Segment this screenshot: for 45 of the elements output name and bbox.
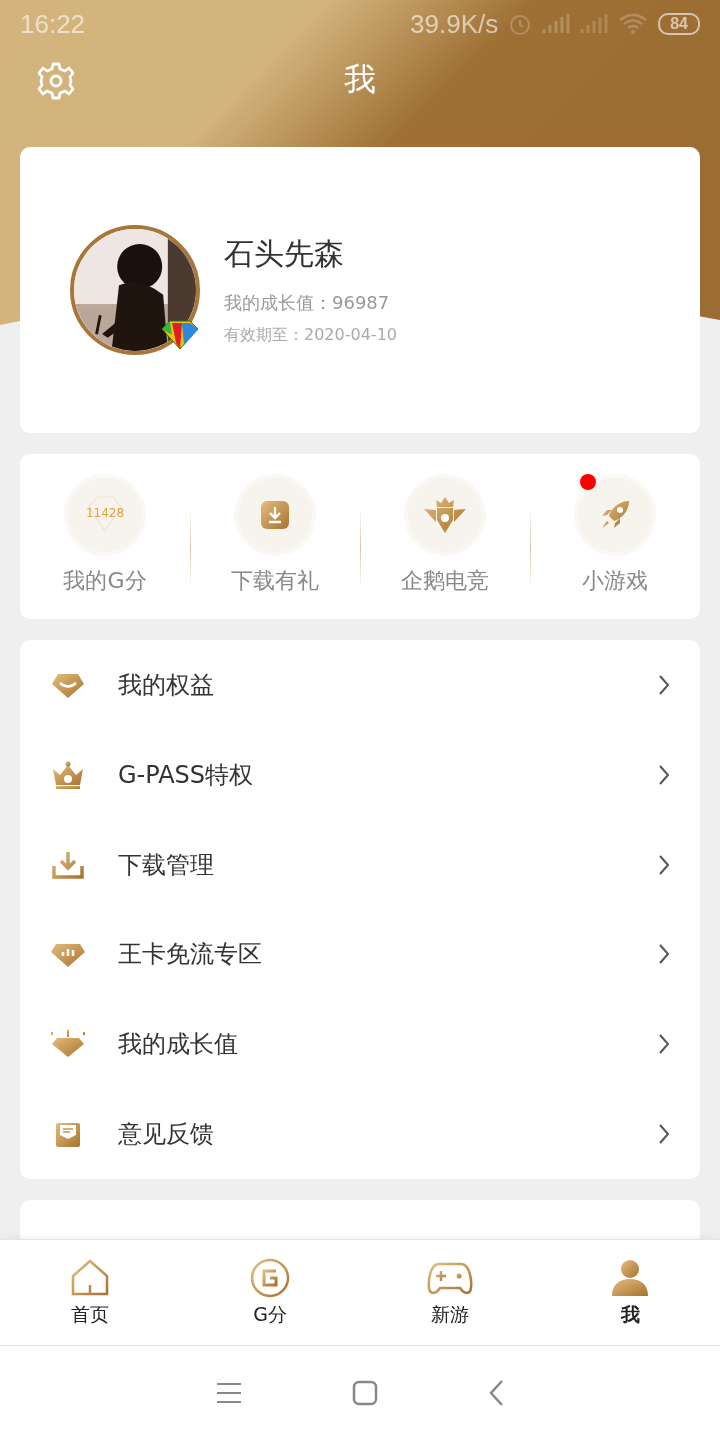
back-icon[interactable] <box>488 1379 504 1408</box>
alarm-icon <box>508 12 533 37</box>
menu-item[interactable]: 我的权益 <box>20 639 700 730</box>
page-title: 我 <box>344 59 376 100</box>
chevron-right-icon <box>658 763 670 786</box>
battery-level: 84 <box>658 13 700 36</box>
g-score-value: 11428 <box>85 505 125 520</box>
expiry-date: 有效期至：2020-04-10 <box>224 325 397 347</box>
chevron-right-icon <box>658 1123 670 1145</box>
network-speed: 39.9K/s <box>410 8 499 40</box>
signal-icon <box>542 13 571 36</box>
menu-item[interactable]: 我的成长值 <box>20 999 700 1090</box>
crown-icon <box>50 759 86 790</box>
shortcut-item[interactable]: 小游戏 <box>530 477 700 596</box>
growth-value: 我的成长值：96987 <box>224 291 391 316</box>
menu-icon[interactable] <box>216 1382 242 1405</box>
shortcut-item[interactable]: 11428 我的G分 <box>20 477 190 596</box>
menu-item[interactable]: 意见反馈 <box>20 1089 700 1179</box>
home-button-icon[interactable] <box>352 1380 378 1407</box>
home-icon <box>70 1257 110 1298</box>
person-icon <box>610 1257 650 1298</box>
shortcut-item[interactable]: 下载有礼 <box>190 477 360 596</box>
shield-wings-icon <box>423 495 467 534</box>
wifi-icon <box>618 12 649 37</box>
status-time: 16:22 <box>20 8 86 40</box>
menu-item[interactable]: G-PASS特权 <box>20 729 700 820</box>
tab[interactable]: 我 <box>540 1240 720 1346</box>
user-name: 石头先森 <box>224 235 345 274</box>
sparkling-gem-icon <box>50 1029 86 1060</box>
tab[interactable]: 新游 <box>360 1240 540 1346</box>
chevron-right-icon <box>658 943 670 966</box>
chevron-right-icon <box>658 673 670 696</box>
signal-icon <box>580 13 609 36</box>
shortcut-item[interactable]: 企鹅电竞 <box>360 477 530 596</box>
tab[interactable]: G分 <box>180 1240 360 1346</box>
download-box-icon <box>260 499 290 530</box>
tab[interactable]: 首页 <box>0 1240 180 1346</box>
menu-item[interactable]: 下载管理 <box>20 819 700 910</box>
menu-item[interactable]: 王卡免流专区 <box>20 909 700 1000</box>
g-coin-icon <box>250 1257 290 1298</box>
diamond-badge-icon <box>160 319 200 352</box>
settings-icon[interactable] <box>36 60 76 101</box>
chevron-right-icon <box>658 853 670 876</box>
chevron-right-icon <box>658 1033 670 1056</box>
download-icon <box>50 849 86 880</box>
